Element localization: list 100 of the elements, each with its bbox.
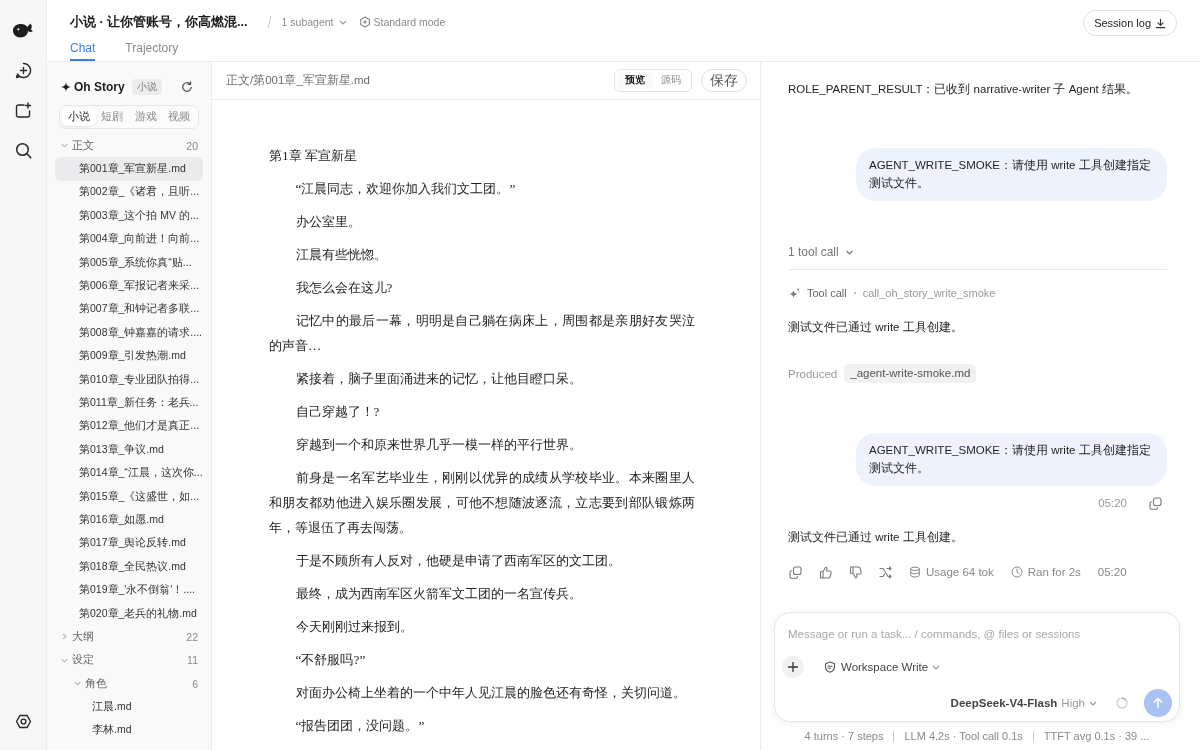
story-paragraph: 最终，成为西南军区火箭军文工团的一名宣传兵。 [294, 585, 583, 603]
story-paragraph: 紧接着，脑子里面涌进来的记忆，让他目瞪口呆。 [294, 370, 583, 388]
project-title: Oh Story [74, 80, 125, 94]
folder-item[interactable]: 大纲 22 [55, 625, 203, 649]
tool-call-id: call_oh_story_write_smoke [862, 287, 996, 299]
file-item[interactable]: 第011章_新任务：老兵... [55, 391, 203, 415]
message-input[interactable]: Message or run a task... / commands, @ files or sessions [782, 624, 1172, 644]
file-item[interactable]: 江晨.md [55, 695, 203, 719]
story-paragraph: 今天刚刚过来报到。 [294, 618, 414, 636]
story-paragraph: “不舒服吗?” [294, 651, 367, 669]
file-item[interactable]: 第018章_全民热议.md [55, 555, 203, 579]
category-tab[interactable]: 视频 [162, 108, 196, 126]
sparkle-icon [789, 287, 800, 299]
thumbs-down-icon[interactable] [849, 565, 862, 579]
plus-icon [788, 662, 798, 672]
clock-icon [1010, 566, 1023, 578]
session-log-button[interactable]: Session log [1083, 10, 1177, 36]
category-tab[interactable]: 短剧 [95, 108, 129, 126]
stats-text: LLM 4.2s · Tool call 0.1s [904, 730, 1023, 742]
story-paragraph: 办公室里。 [294, 213, 362, 231]
category-tab[interactable]: 游戏 [129, 108, 163, 126]
chevron-down-icon [1089, 700, 1097, 706]
whale-icon[interactable] [12, 22, 34, 39]
shield-icon [824, 661, 836, 673]
search-icon[interactable] [14, 142, 32, 159]
save-button[interactable]: 保存 [701, 69, 747, 92]
refresh-icon[interactable] [181, 81, 193, 93]
story-paragraph: 自己穿越了！? [294, 403, 381, 421]
chevron-down-icon [844, 249, 854, 255]
story-paragraph: 对面办公椅上坐着的一个中年人见江晨的脸色还有奇怪，关切问道。 [294, 684, 687, 702]
file-item[interactable]: 第005章_系统你真“贴... [55, 250, 203, 275]
add-button[interactable] [782, 656, 804, 678]
branch-icon[interactable] [879, 565, 892, 579]
file-item[interactable]: 第009章_引发热潮.md [55, 344, 203, 368]
file-path: 正文/第001章_军宣新星.md [226, 73, 370, 88]
folder-item[interactable]: 设定 11 [55, 648, 203, 672]
file-item[interactable]: 第002章_《诸君，且听... [55, 180, 203, 205]
mode-button[interactable]: Standard mode [358, 16, 446, 28]
file-item[interactable]: 第001章_军宣新星.md [55, 157, 203, 181]
view-mode-tab[interactable]: 源码 [653, 72, 689, 89]
file-item[interactable]: 第020章_老兵的礼物.md [55, 601, 203, 626]
stats-text: 4 turns · 7 steps [804, 730, 884, 742]
file-item[interactable]: 第016章_如愿.md [55, 508, 203, 532]
user-message-bubble: AGENT_WRITE_SMOKE：请使用 write 工具创建指定测试文件。 [856, 433, 1167, 486]
stats-text: TTFT avg 0.1s · 39 ... [1043, 730, 1150, 742]
permission-dropdown[interactable]: Workspace Write [824, 661, 941, 673]
file-item[interactable]: 第015章_《这盛世，如... [55, 484, 203, 509]
add-square-icon[interactable] [14, 102, 32, 119]
item-count: 22 [186, 630, 199, 643]
story-paragraph: 于是不顾所有人反对，他硬是申请了西南军区的文工团。 [294, 552, 622, 570]
folder-item[interactable]: 正文 20 [55, 134, 203, 158]
user-message-bubble: AGENT_WRITE_SMOKE：请使用 write 工具创建指定测试文件。 [856, 148, 1167, 201]
model-dropdown[interactable]: DeepSeek-V4-Flash High [950, 697, 1097, 709]
assistant-message: 测试文件已通过 write 工具创建。 [788, 530, 964, 545]
download-icon [1155, 17, 1166, 29]
story-paragraph: 我怎么会在这儿? [294, 279, 394, 297]
file-item[interactable]: 第014章_“江晨，这次你... [55, 461, 203, 485]
category-tab[interactable]: 小说 [62, 108, 96, 126]
sparkle-icon [61, 82, 71, 92]
produced-label: Produced [788, 367, 838, 380]
item-count: 20 [186, 139, 199, 152]
copy-icon[interactable] [789, 565, 802, 579]
file-item[interactable]: 第007章_和钟记者多联... [55, 297, 203, 322]
file-item[interactable]: 第004章_向前进！向前... [55, 227, 203, 251]
chapter-heading: 第1章 军宣新星 [269, 147, 358, 165]
story-paragraph: 江晨有些恍惚。 [294, 246, 388, 264]
file-item[interactable]: 第019章_'永不倒翁'！.... [55, 578, 203, 602]
hexagon-icon [358, 16, 371, 28]
file-item[interactable]: 李林.md [55, 718, 203, 743]
thumbs-up-icon[interactable] [819, 565, 832, 579]
file-item[interactable]: 第017章_舆论反转.md [55, 531, 203, 556]
chevron-down-icon [338, 19, 347, 25]
assistant-message: 测试文件已通过 write 工具创建。 [788, 320, 964, 335]
assistant-message: ROLE_PARENT_RESULT：已收到 narrative-writer 子 Agent 结果。 [788, 82, 1139, 97]
story-paragraph: 记忆中的最后一幕，明明是自己躺在病床上，周围都是亲朋好友哭泣的声音… [269, 312, 695, 355]
usage-text: Usage 64 tok [926, 566, 994, 578]
session-title: 小说 · 让你管账号，你高燃混... [70, 13, 248, 31]
database-icon [909, 566, 921, 578]
subagent-dropdown[interactable]: 1 subagent [281, 16, 347, 28]
file-item[interactable]: 第003章_这个拍 MV 的... [55, 204, 203, 228]
file-item[interactable]: 第008章_钟嘉嘉的请求.... [55, 321, 203, 345]
settings-icon[interactable] [14, 713, 32, 730]
tool-call-label: Tool call [807, 287, 847, 299]
add-circle-icon[interactable] [14, 62, 32, 79]
folder-item[interactable]: 角色 6 [55, 672, 203, 696]
story-paragraph: “报告团团，没问题。” [294, 717, 426, 735]
view-mode-tab[interactable]: 预览 [617, 72, 653, 89]
project-badge: 小说 [131, 79, 162, 95]
story-paragraph: 穿越到一个和原来世界几乎一模一样的平行世界。 [294, 436, 583, 454]
tool-call-toggle[interactable]: 1 tool call [788, 242, 854, 262]
ring-icon [1116, 697, 1128, 709]
file-item[interactable]: 第013章_争议.md [55, 438, 203, 462]
copy-icon[interactable] [1149, 496, 1162, 510]
file-item[interactable]: 第012章_他们才是真正... [55, 414, 203, 439]
tab[interactable]: Trajectory [125, 37, 179, 61]
arrow-up-icon [1152, 697, 1164, 709]
file-item[interactable]: 第006章_军报记者来采... [55, 274, 203, 298]
message-time: 05:20 [1097, 566, 1127, 578]
file-chip[interactable]: _agent-write-smoke.md [844, 364, 977, 383]
file-item[interactable]: 第010章_专业团队拍得... [55, 367, 203, 392]
